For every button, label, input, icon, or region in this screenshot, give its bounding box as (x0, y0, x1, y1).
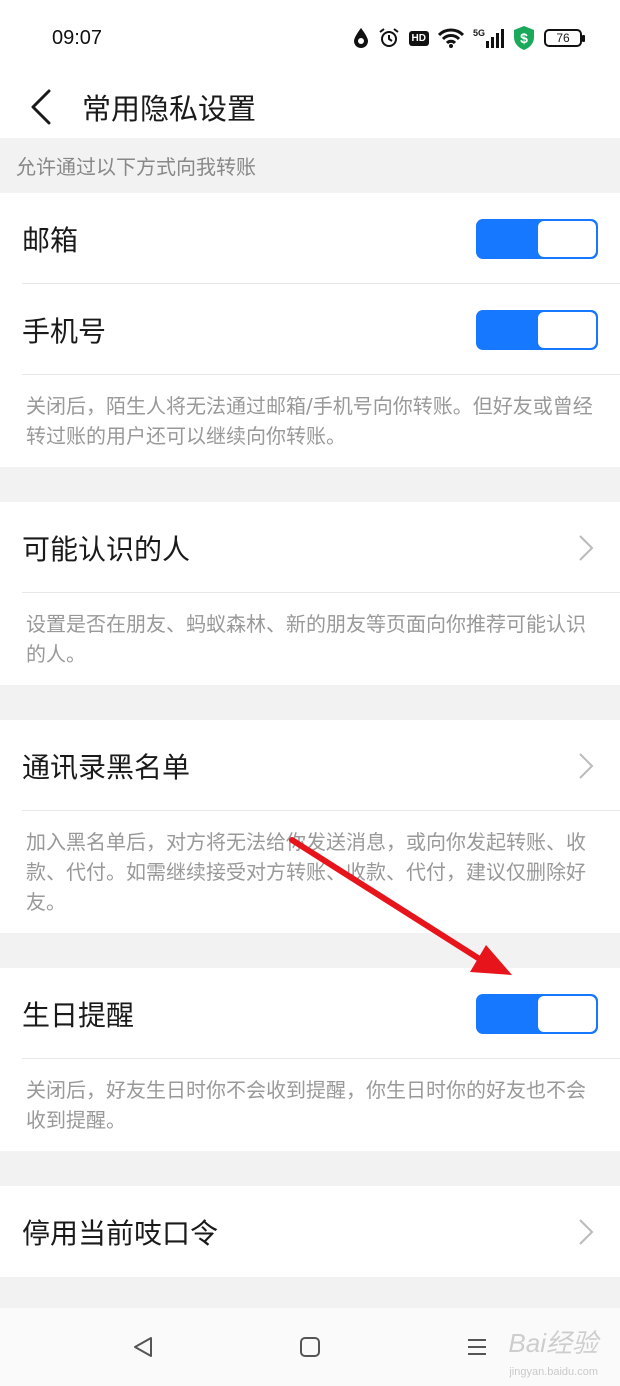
row-phone-label: 手机号 (22, 314, 107, 348)
chevron-right-icon (574, 532, 598, 564)
row-email: 邮箱 (0, 193, 620, 284)
chevron-right-icon (574, 1216, 598, 1248)
network-label: 5G (472, 28, 485, 38)
blacklist-description: 加入黑名单后，对方将无法给你发送消息，或向你发起转账、收款、代付。如需继续接受对… (26, 830, 586, 914)
people-description: 设置是否在朋友、蚂蚁森林、新的朋友等页面向你推荐可能认识的人。 (26, 612, 586, 666)
row-phone: 手机号 (0, 284, 620, 375)
row-blacklist-label: 通讯录黑名单 (22, 750, 191, 784)
transfer-group: 邮箱 手机号 关闭后，陌生人将无法通过邮箱/手机号向你转账。但好友或曾经转过账的… (0, 193, 620, 467)
triangle-back-icon (134, 1337, 153, 1357)
row-people-you-may-know[interactable]: 可能认识的人 (0, 502, 620, 593)
menu-icon (467, 1339, 486, 1355)
watermark-url: jingyan.baidu.com (509, 1366, 598, 1378)
shield-icon: $ (513, 25, 535, 51)
row-email-label: 邮箱 (22, 223, 79, 257)
row-birthday-label: 生日提醒 (22, 998, 135, 1032)
phone-toggle[interactable] (476, 309, 598, 350)
row-birthday: 生日提醒 (0, 968, 620, 1059)
drop-icon (353, 27, 369, 49)
blacklist-group: 通讯录黑名单 加入黑名单后，对方将无法给你发送消息，或向你发起转账、收款、代付。… (0, 720, 620, 933)
code-group: 停用当前吱口令 (0, 1186, 620, 1277)
wifi-icon (437, 28, 464, 48)
battery-icon: 76 (544, 29, 585, 47)
square-home-icon (299, 1337, 320, 1357)
row-people-label: 可能认识的人 (22, 532, 191, 566)
svg-text:$: $ (520, 30, 528, 46)
chevron-right-icon (574, 750, 598, 782)
nav-home-button[interactable] (280, 1317, 340, 1377)
email-toggle[interactable] (476, 218, 598, 259)
nav-menu-button[interactable] (447, 1317, 507, 1377)
birthday-group: 生日提醒 关闭后，好友生日时你不会收到提醒，你生日时你的好友也不会收到提醒。 (0, 968, 620, 1151)
back-button[interactable] (0, 76, 82, 138)
nav-bar: 常用隐私设置 (0, 76, 620, 138)
row-disable-code[interactable]: 停用当前吱口令 (0, 1186, 620, 1277)
people-group: 可能认识的人 设置是否在朋友、蚂蚁森林、新的朋友等页面向你推荐可能认识的人。 (0, 502, 620, 685)
transfer-description: 关闭后，陌生人将无法通过邮箱/手机号向你转账。但好友或曾经转过账的用户还可以继续… (26, 394, 593, 448)
section-header-transfer: 允许通过以下方式向我转账 (16, 155, 256, 179)
toggle-knob (538, 311, 596, 348)
status-icons: HD 5G $ 76 (353, 25, 585, 51)
watermark-logo: Bai经验 (508, 1328, 598, 1358)
toggle-knob (538, 220, 596, 257)
row-blacklist[interactable]: 通讯录黑名单 (0, 720, 620, 811)
hd-icon: HD (408, 30, 429, 46)
status-time: 09:07 (52, 26, 103, 49)
birthday-toggle[interactable] (476, 993, 598, 1034)
nav-back-button[interactable] (113, 1317, 173, 1377)
page-title: 常用隐私设置 (82, 92, 257, 126)
row-code-label: 停用当前吱口令 (22, 1216, 219, 1250)
chevron-left-icon (31, 89, 51, 125)
toggle-knob (538, 995, 596, 1032)
signal-icon: 5G (473, 28, 504, 48)
status-bar: 09:07 HD 5G $ 76 (0, 0, 620, 76)
birthday-description: 关闭后，好友生日时你不会收到提醒，你生日时你的好友也不会收到提醒。 (26, 1078, 586, 1132)
alarm-icon (378, 27, 400, 49)
